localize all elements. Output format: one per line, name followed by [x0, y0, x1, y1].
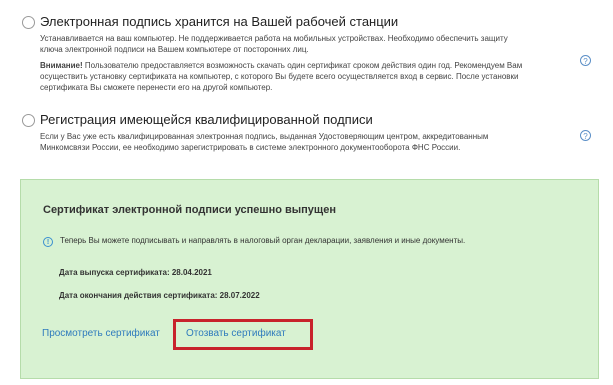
description-line: Минкомсвязи России, ее необходимо зареги… — [40, 143, 461, 152]
warning-line: Пользователю предоставляется возможность… — [82, 61, 523, 70]
warning-label: Внимание! — [40, 61, 83, 70]
description-line: Если у Вас уже есть квалифицированная эл… — [40, 132, 489, 141]
option-workstation-title: Электронная подпись хранится на Вашей ра… — [40, 14, 399, 29]
success-info-text: Теперь Вы можете подписывать и направлят… — [60, 236, 466, 245]
option-workstation[interactable]: Электронная подпись хранится на Вашей ра… — [22, 14, 601, 116]
option-workstation-warning: Внимание! Пользователю предоставляется в… — [40, 60, 570, 93]
expiry-date: Дата окончания действия сертификата: 28.… — [59, 291, 260, 300]
issue-date: Дата выпуска сертификата: 28.04.2021 — [59, 268, 212, 277]
success-title: Сертификат электронной подписи успешно в… — [43, 204, 336, 216]
info-icon: ! — [43, 237, 53, 247]
radio-registration[interactable] — [22, 114, 35, 127]
option-registration-title: Регистрация имеющейся квалифицированной … — [40, 112, 373, 127]
help-icon[interactable]: ? — [580, 55, 591, 66]
revoke-certificate-link[interactable]: Отозвать сертификат — [186, 328, 286, 339]
success-panel: Сертификат электронной подписи успешно в… — [20, 179, 599, 379]
help-icon[interactable]: ? — [580, 130, 591, 141]
warning-line: осуществить установку сертификата на ком… — [40, 72, 519, 81]
description-line: ключа электронной подписи на Вашем компь… — [40, 45, 309, 54]
option-registration[interactable]: Регистрация имеющейся квалифицированной … — [22, 112, 601, 162]
description-line: Устанавливается на ваш компьютер. Не под… — [40, 34, 508, 43]
view-certificate-link[interactable]: Просмотреть сертификат — [42, 328, 160, 339]
option-workstation-description: Устанавливается на ваш компьютер. Не под… — [40, 33, 570, 55]
warning-line: сертификата Вы сможете перенести его на … — [40, 83, 273, 92]
radio-workstation[interactable] — [22, 16, 35, 29]
option-registration-description: Если у Вас уже есть квалифицированная эл… — [40, 131, 570, 153]
